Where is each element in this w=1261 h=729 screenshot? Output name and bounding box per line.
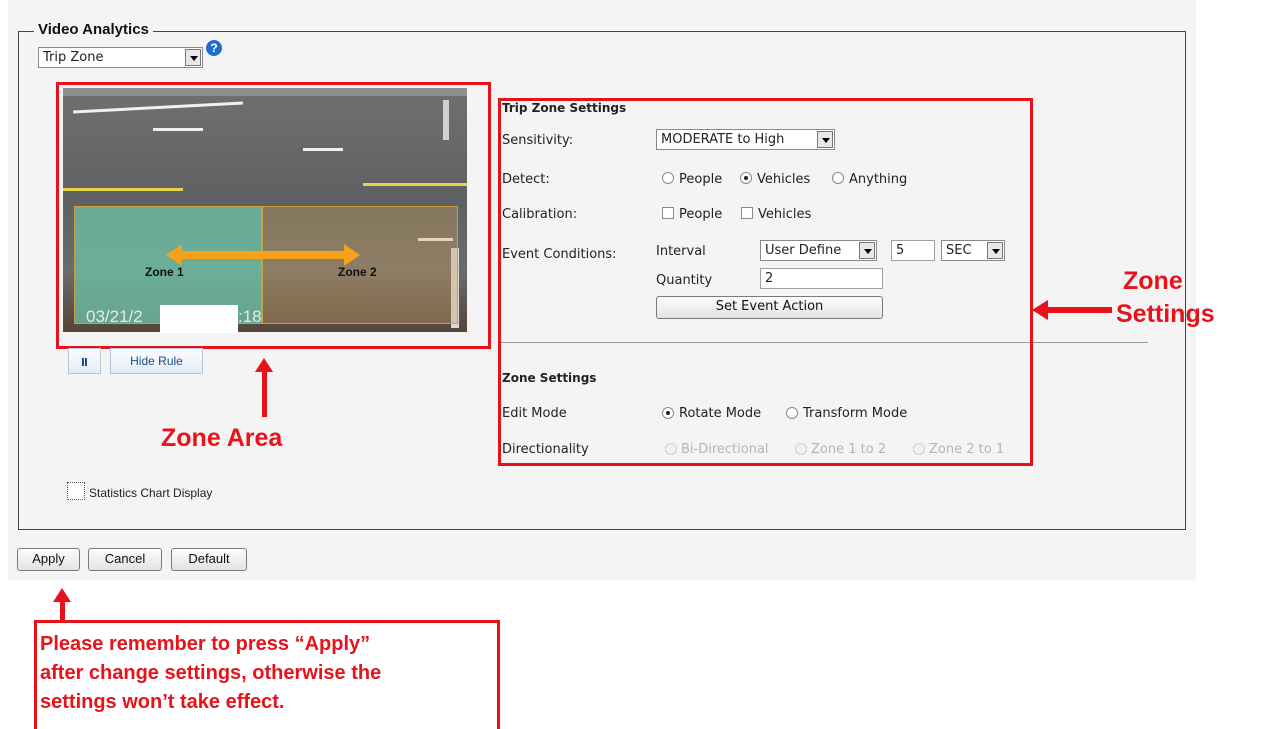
apply-button[interactable]: Apply: [17, 548, 80, 571]
zone-area-highlight: [56, 82, 491, 349]
chevron-down-icon: [185, 49, 201, 66]
zone-settings-highlight: [498, 98, 1033, 466]
apply-note-text: Please remember to press “Apply” after c…: [40, 630, 381, 717]
zone-area-arrow-head: [255, 358, 273, 372]
mode-select-value: Trip Zone: [43, 50, 104, 65]
zone-settings-annotation-line1: Zone: [1123, 267, 1183, 295]
apply-note-line2: after change settings, otherwise the: [40, 662, 382, 684]
help-icon[interactable]: ?: [206, 40, 222, 56]
statistics-checkbox[interactable]: [67, 482, 85, 500]
zone-area-arrow-shaft: [262, 371, 267, 417]
apply-note-line1: Please remember to press “Apply”: [40, 633, 371, 655]
zone-area-annotation: Zone Area: [161, 424, 283, 452]
zone-settings-annotation-line2: Settings: [1116, 300, 1215, 328]
hide-rule-button[interactable]: Hide Rule: [110, 348, 203, 374]
statistics-label: Statistics Chart Display: [89, 486, 213, 500]
section-title: Video Analytics: [34, 21, 153, 38]
cancel-button[interactable]: Cancel: [88, 548, 162, 571]
apply-note-line3: settings won’t take effect.: [40, 691, 285, 713]
mode-select[interactable]: Trip Zone: [38, 47, 203, 68]
default-button[interactable]: Default: [171, 548, 247, 571]
pause-icon: [82, 357, 87, 366]
zone-settings-arrow-shaft: [1046, 307, 1112, 313]
apply-note-arrow-shaft: [60, 601, 65, 621]
apply-note-arrow-head: [53, 588, 71, 602]
pause-button[interactable]: [68, 348, 101, 374]
